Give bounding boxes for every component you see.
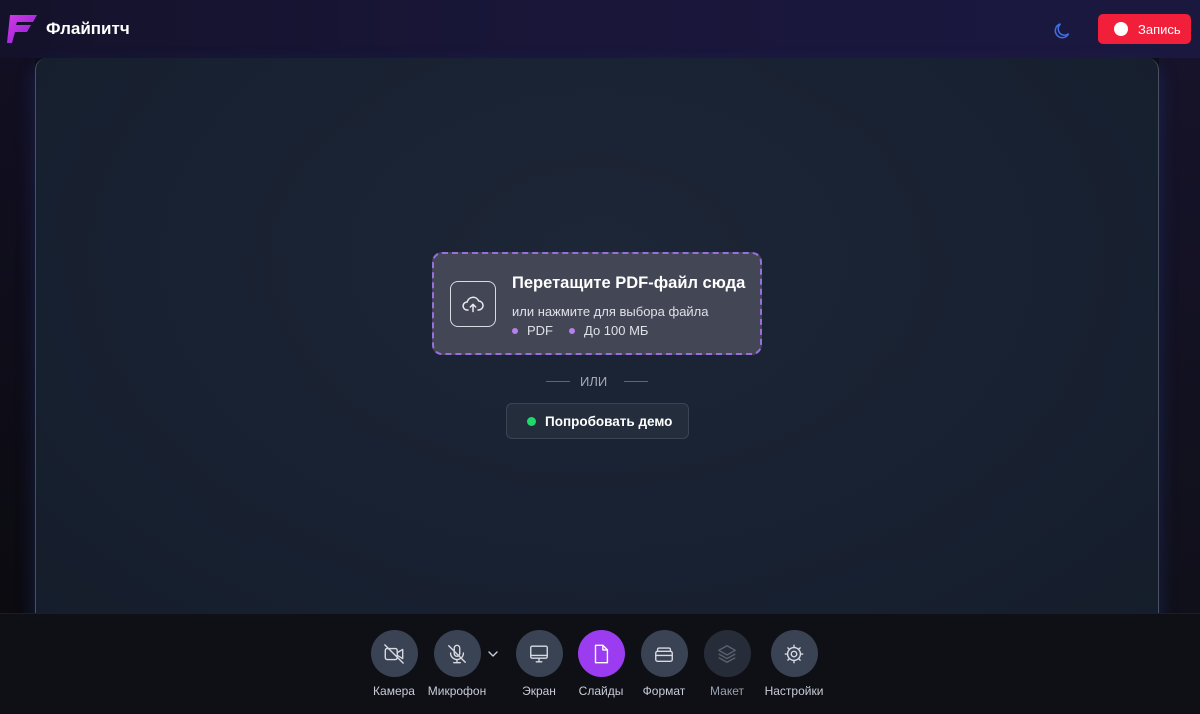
size-label: До 100 МБ <box>584 323 649 338</box>
bullet-icon <box>512 327 518 334</box>
slides-label: Слайды <box>578 684 624 698</box>
slides-button[interactable] <box>577 630 625 677</box>
camera-off-icon <box>384 643 404 664</box>
bullet-icon <box>569 327 575 334</box>
screen-tool: Экран <box>506 630 572 698</box>
moon-icon[interactable] <box>1054 20 1074 40</box>
pdf-dropzone[interactable]: Перетащите PDF-файл сюда или нажмите для… <box>432 252 762 355</box>
monitor-icon <box>530 645 548 662</box>
right-backdrop <box>1159 58 1200 613</box>
camera-tool: Камера <box>361 630 427 698</box>
status-dot-icon <box>527 416 536 426</box>
format-label: Формат <box>642 684 686 698</box>
app-header: Флайпитч Запись <box>0 0 1200 58</box>
or-divider-label: ИЛИ <box>580 374 608 389</box>
layers-icon <box>718 644 736 663</box>
divider-line-right <box>624 381 648 382</box>
chevron-down-icon[interactable] <box>487 648 499 660</box>
try-demo-button[interactable]: Попробовать демо <box>506 403 689 439</box>
try-demo-label: Попробовать демо <box>545 413 673 429</box>
divider-line-left <box>546 381 570 382</box>
format-button[interactable] <box>640 630 688 677</box>
screen-button[interactable] <box>515 630 563 677</box>
app-logo-icon[interactable] <box>6 13 38 45</box>
layout-label: Макет <box>710 684 744 698</box>
app-title: Флайпитч <box>46 19 130 38</box>
bottom-toolbar: Камера Микрофон Экран Слайды Формат Маке… <box>0 613 1200 714</box>
slides-icon <box>594 644 609 663</box>
left-backdrop <box>0 58 35 613</box>
format-icon <box>655 646 673 662</box>
settings-icon <box>784 644 804 663</box>
record-dot-icon <box>1114 22 1128 36</box>
settings-button[interactable] <box>770 630 818 677</box>
layout-tool: Макет <box>694 630 760 698</box>
cloud-upload-icon <box>450 281 496 327</box>
dropzone-subtitle: или нажмите для выбора файла <box>512 304 709 319</box>
screen-label: Экран <box>522 684 556 698</box>
settings-label: Настройки <box>764 684 824 698</box>
microphone-tool: Микрофон <box>424 630 490 698</box>
format-label: PDF <box>527 323 553 338</box>
settings-tool: Настройки <box>761 630 827 698</box>
layout-button[interactable] <box>703 630 751 677</box>
camera-label: Камера <box>373 684 415 698</box>
microphone-label: Микрофон <box>427 684 487 698</box>
camera-button[interactable] <box>370 630 418 677</box>
record-label: Запись <box>1138 21 1181 37</box>
dropzone-meta: PDF До 100 МБ <box>512 323 648 338</box>
record-button[interactable]: Запись <box>1098 14 1191 44</box>
mic-off-icon <box>448 644 466 663</box>
dropzone-title: Перетащите PDF-файл сюда <box>512 274 746 292</box>
format-tool: Формат <box>631 630 697 698</box>
slides-tool: Слайды <box>568 630 634 698</box>
microphone-button[interactable] <box>433 630 481 677</box>
